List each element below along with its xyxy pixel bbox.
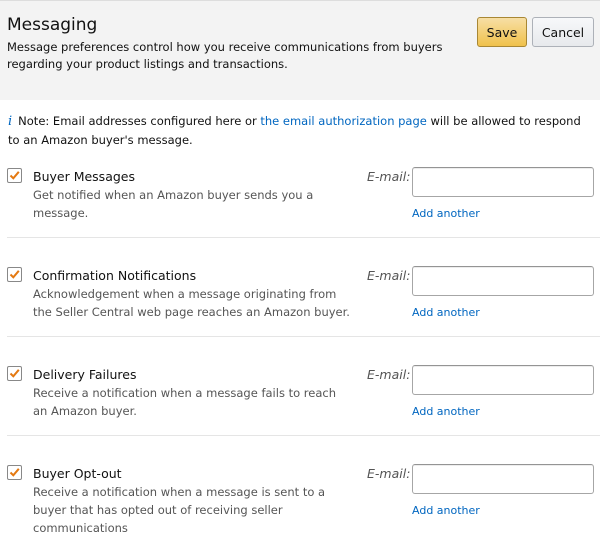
email-authorization-link[interactable]: the email authorization page [260,114,426,128]
checkmark-icon [9,270,20,279]
section-divider [7,336,600,337]
confirmation-notifications-email-label: E-mail: [367,268,411,283]
confirmation-notifications-checkbox[interactable] [7,267,22,282]
buyer-messages-email-input[interactable] [412,167,594,197]
section-divider [7,435,600,436]
buyer-messages-checkbox[interactable] [7,168,22,183]
section-divider [7,237,600,238]
email-note: i Note: Email addresses configured here o… [8,112,593,150]
buyer-opt-out-label: Buyer Opt-out [33,466,122,481]
save-button[interactable]: Save [477,17,527,47]
checkmark-icon [9,468,20,477]
delivery-failures-email-label: E-mail: [367,367,411,382]
delivery-failures-email-input[interactable] [412,365,594,395]
delivery-failures-add-another-link[interactable]: Add another [412,405,480,418]
page-description: Message preferences control how you rece… [7,40,443,71]
buyer-messages-label: Buyer Messages [33,169,135,184]
checkmark-icon [9,369,20,378]
buyer-opt-out-description: Receive a notification when a message is… [33,485,326,535]
messaging-header: Messaging Message preferences control ho… [0,0,600,100]
confirmation-notifications-add-another-link[interactable]: Add another [412,306,480,319]
note-prefix: Note: Email addresses configured here or [18,114,261,128]
buyer-opt-out-checkbox[interactable] [7,465,22,480]
delivery-failures-checkbox[interactable] [7,366,22,381]
buyer-opt-out-email-label: E-mail: [367,466,411,481]
buyer-messages-add-another-link[interactable]: Add another [412,207,480,220]
buyer-opt-out-add-another-link[interactable]: Add another [412,504,480,517]
delivery-failures-description: Receive a notification when a message fa… [33,386,337,418]
confirmation-notifications-label: Confirmation Notifications [33,268,197,283]
buyer-messages-email-label: E-mail: [367,169,411,184]
buyer-messages-description: Get notified when an Amazon buyer sends … [33,188,314,220]
cancel-button[interactable]: Cancel [532,17,594,47]
checkmark-icon [9,171,20,180]
page-title: Messaging [7,15,98,35]
confirmation-notifications-email-input[interactable] [412,266,594,296]
info-icon: i [8,114,13,129]
confirmation-notifications-description: Acknowledgement when a message originati… [33,287,350,319]
delivery-failures-label: Delivery Failures [33,367,137,382]
buyer-opt-out-email-input[interactable] [412,464,594,494]
